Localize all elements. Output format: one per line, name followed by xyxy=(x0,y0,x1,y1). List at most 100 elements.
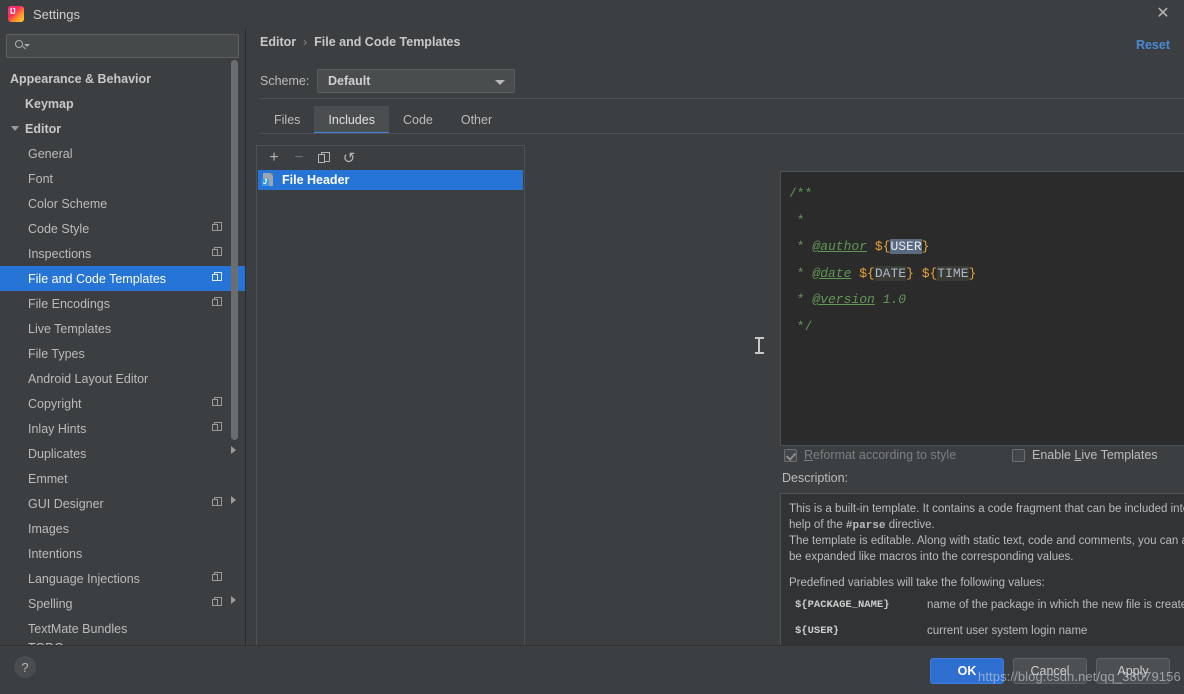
chevron-down-icon[interactable] xyxy=(10,123,22,135)
sidebar-item-live-templates[interactable]: Live Templates xyxy=(0,316,245,341)
sidebar-item-emmet[interactable]: Emmet xyxy=(0,466,245,645)
java-file-icon: J xyxy=(262,173,276,187)
sidebar-item-label: Keymap xyxy=(25,96,74,111)
sidebar-item-language-injections[interactable]: Language Injections xyxy=(0,566,245,645)
table-row: ${USER} current user system login name xyxy=(789,620,1184,647)
search-box[interactable] xyxy=(6,34,239,58)
code-token: } xyxy=(906,265,914,281)
list-item[interactable]: J File Header xyxy=(258,170,523,190)
project-scope-icon xyxy=(212,397,223,408)
description-paragraph-3: Predefined variables will take the follo… xyxy=(789,577,1045,589)
sidebar-item-code-style[interactable]: Code Style xyxy=(0,216,245,645)
sidebar-item-label: Duplicates xyxy=(28,446,87,461)
reformat-checkbox-label: Reformat according to style xyxy=(804,448,957,462)
project-scope-icon xyxy=(212,572,223,583)
duplicate-button[interactable] xyxy=(312,147,336,169)
code-token: * xyxy=(789,212,805,228)
window-title: Settings xyxy=(33,6,80,22)
reset-template-button[interactable]: ↺ xyxy=(337,147,361,169)
description-body: This is a built-in template. It contains… xyxy=(781,494,1184,662)
intellij-idea-icon xyxy=(8,6,24,22)
project-scope-icon xyxy=(212,247,223,258)
sidebar-item-gui-designer[interactable]: GUI Designer xyxy=(0,491,245,516)
sidebar-item-intentions[interactable]: Intentions xyxy=(0,541,245,566)
scheme-row: Scheme: Default xyxy=(260,69,515,93)
code-token: * xyxy=(789,239,813,254)
scheme-label: Scheme: xyxy=(260,74,310,88)
sidebar-item-font[interactable]: Font xyxy=(0,166,245,191)
sidebar-item-label: File and Code Templates xyxy=(28,271,167,286)
sidebar-item-inspections[interactable]: Inspections xyxy=(0,241,245,266)
code-line: /** xyxy=(789,181,1184,208)
scheme-select[interactable]: Default xyxy=(317,69,515,93)
code-token: TIME xyxy=(937,265,969,281)
live-templates-checkbox-item[interactable]: Enable Live Templates xyxy=(1012,448,1158,462)
sidebar-item-appearance-behavior[interactable]: Appearance & Behavior xyxy=(0,66,245,91)
tab-files[interactable]: Files xyxy=(260,106,314,134)
reset-link[interactable]: Reset xyxy=(1136,38,1170,52)
sidebar-scrollbar-thumb[interactable] xyxy=(231,60,238,440)
code-token: */ xyxy=(789,318,813,334)
code-token: } xyxy=(968,265,977,281)
sidebar-item-inlay-hints[interactable]: Inlay Hints xyxy=(0,416,245,645)
sidebar-item-keymap[interactable]: Keymap xyxy=(0,91,245,116)
sidebar-item-images[interactable]: Images xyxy=(0,516,245,541)
sidebar-item-label: File Encodings xyxy=(28,296,110,311)
remove-button: − xyxy=(294,149,304,166)
sidebar-scrollbar[interactable] xyxy=(231,28,242,645)
sidebar-item-label: Android Layout Editor xyxy=(28,371,149,386)
code-token: /** xyxy=(789,186,813,201)
header-divider xyxy=(260,98,1184,99)
project-scope-icon xyxy=(212,497,223,508)
search-input[interactable] xyxy=(33,39,213,53)
sidebar-item-label: Inspections xyxy=(28,246,92,261)
template-list-toolbar: + − ↺ xyxy=(257,146,524,170)
sidebar-item-file-types[interactable]: File Types xyxy=(0,341,245,366)
close-icon[interactable]: ✕ xyxy=(1152,4,1174,24)
code-line: */ xyxy=(789,314,1184,341)
project-scope-icon xyxy=(212,422,223,433)
template-options-row: Reformat according to style Enable Live … xyxy=(784,448,1158,462)
sidebar-item-file-and-code-templates[interactable]: File and Code Templates xyxy=(0,266,245,291)
sidebar-item-label: Code Style xyxy=(28,221,90,236)
sidebar-item-editor[interactable]: Editor xyxy=(0,116,245,141)
sidebar-item-copyright[interactable]: Copyright xyxy=(0,391,245,645)
description-paragraph-1: This is a built-in template. It contains… xyxy=(789,503,1184,532)
help-button[interactable]: ? xyxy=(14,656,36,678)
sidebar-item-file-encodings[interactable]: File Encodings xyxy=(0,291,245,316)
reformat-checkbox-item[interactable]: Reformat according to style xyxy=(784,448,1012,462)
sidebar-item-duplicates[interactable]: Duplicates xyxy=(0,441,245,466)
sidebar-item-general[interactable]: General xyxy=(0,141,245,645)
live-templates-checkbox-label: Enable Live Templates xyxy=(1032,448,1158,462)
sidebar-item-label: Intentions xyxy=(28,546,83,561)
code-token: USER xyxy=(890,239,922,254)
tab-other[interactable]: Other xyxy=(447,106,506,134)
add-button[interactable]: + xyxy=(262,147,286,169)
search-container xyxy=(0,28,245,58)
sidebar-item-color-scheme[interactable]: Color Scheme xyxy=(0,191,245,645)
sidebar-item-textmate-bundles[interactable]: TextMate Bundles xyxy=(0,616,245,641)
settings-content: Editor › File and Code Templates Reset S… xyxy=(247,28,1184,663)
tab-code[interactable]: Code xyxy=(389,106,447,134)
code-token: DATE xyxy=(874,265,907,281)
sidebar-item-android-layout-editor[interactable]: Android Layout Editor xyxy=(0,366,245,391)
sidebar-item-label: Font xyxy=(28,171,54,186)
tab-includes[interactable]: Includes xyxy=(314,106,389,134)
settings-sidebar: Appearance & Behavior Keymap Editor General… xyxy=(0,28,246,645)
template-code-editor[interactable]: /** * * @author ${USER} * @date ${DATE} … xyxy=(780,171,1184,446)
code-token: } xyxy=(921,239,930,254)
code-line: * xyxy=(789,208,1184,235)
sidebar-item-spelling[interactable]: Spelling xyxy=(0,591,245,616)
template-tabs: Files Includes Code Other xyxy=(260,106,506,134)
list-item-label: File Header xyxy=(282,173,350,187)
text-ibeam-cursor xyxy=(755,337,764,354)
sidebar-item-label: General xyxy=(28,146,73,161)
sidebar-item-label: Inlay Hints xyxy=(28,421,87,436)
breadcrumb-parent[interactable]: Editor xyxy=(260,35,296,49)
settings-tree: Appearance & Behavior Keymap Editor General… xyxy=(0,66,245,645)
